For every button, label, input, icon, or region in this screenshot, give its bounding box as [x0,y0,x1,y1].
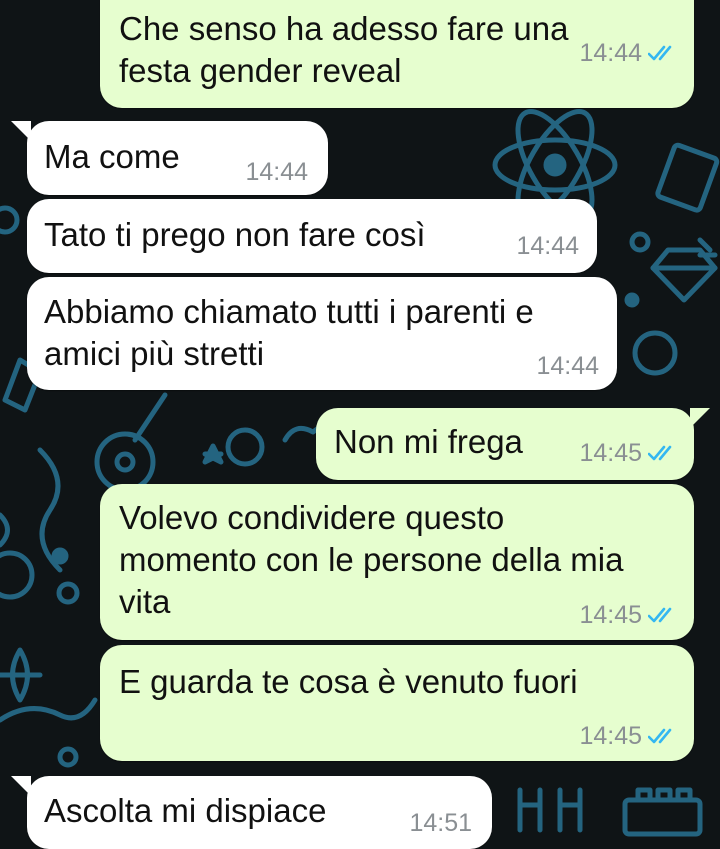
message-text: Ascolta mi dispiace [44,792,327,829]
message-time: 14:51 [409,809,472,837]
ring-doodle [632,330,678,376]
message-bubble-outgoing[interactable]: Non mi frega 14:45 [316,408,710,480]
board-doodle-icon [655,142,720,213]
message-meta: 14:44 [579,40,680,66]
dot-doodle [624,292,640,308]
message-text: Non mi frega [334,423,523,460]
ring-doodle [629,231,651,253]
message-meta: 14:44 [245,159,308,185]
ring-doodle [56,581,80,605]
message-meta: 14:45 [579,602,680,628]
message-time: 14:44 [536,352,599,380]
read-double-check-icon [648,45,672,61]
guitar-doodle-icon [94,392,168,493]
brick-doodle-icon [622,787,703,837]
message-bubble-incoming[interactable]: Ma come 14:44 [11,121,328,195]
squiggle-doodle [0,697,98,723]
message-time: 14:45 [579,601,642,629]
message-meta: 14:44 [536,353,599,379]
message-bubble-outgoing[interactable]: E guarda te cosa è venuto fuori 14:45 [100,645,694,761]
ring-doodle [225,427,265,467]
dot-doodle [51,547,69,565]
message-time: 14:45 [579,439,642,467]
message-time: 14:44 [516,232,579,260]
message-bubble-outgoing[interactable]: Volevo condividere questo momento con le… [100,484,694,640]
game-doodle [517,787,583,833]
message-text: Abbiamo chiamato tutti i parenti e amici… [44,293,534,372]
read-double-check-icon [648,728,672,744]
message-text: Che senso ha adesso fare una festa gende… [119,10,569,89]
message-text: E guarda te cosa è venuto fuori [119,663,578,700]
message-meta: 14:45 [579,723,680,749]
star-doodle-icon [202,443,224,465]
message-time: 14:44 [579,39,642,67]
ring-doodle [0,205,20,235]
message-bubble-incoming[interactable]: Abbiamo chiamato tutti i parenti e amici… [27,277,617,390]
leaf-doodle-icon [0,647,43,703]
message-text: Volevo condividere questo momento con le… [119,499,624,620]
message-bubble-incoming[interactable]: Ascolta mi dispiace 14:51 [11,776,492,849]
message-meta: 14:45 [579,440,680,466]
message-meta: 14:44 [516,233,579,259]
flower-doodle-icon [0,550,35,600]
message-time: 14:44 [245,158,308,186]
sun-doodle-icon [697,237,718,258]
message-bubble-outgoing[interactable]: Che senso ha adesso fare una festa gende… [100,0,694,108]
message-bubble-incoming[interactable]: Tato ti prego non fare così 14:44 [27,199,597,273]
read-double-check-icon [648,607,672,623]
message-meta: 14:51 [409,810,472,836]
squiggle-doodle [0,512,10,548]
message-time: 14:45 [579,722,642,750]
ring-doodle [57,746,79,768]
message-text: Ma come [44,138,180,175]
message-text: Tato ti prego non fare così [44,216,426,253]
read-double-check-icon [648,445,672,461]
